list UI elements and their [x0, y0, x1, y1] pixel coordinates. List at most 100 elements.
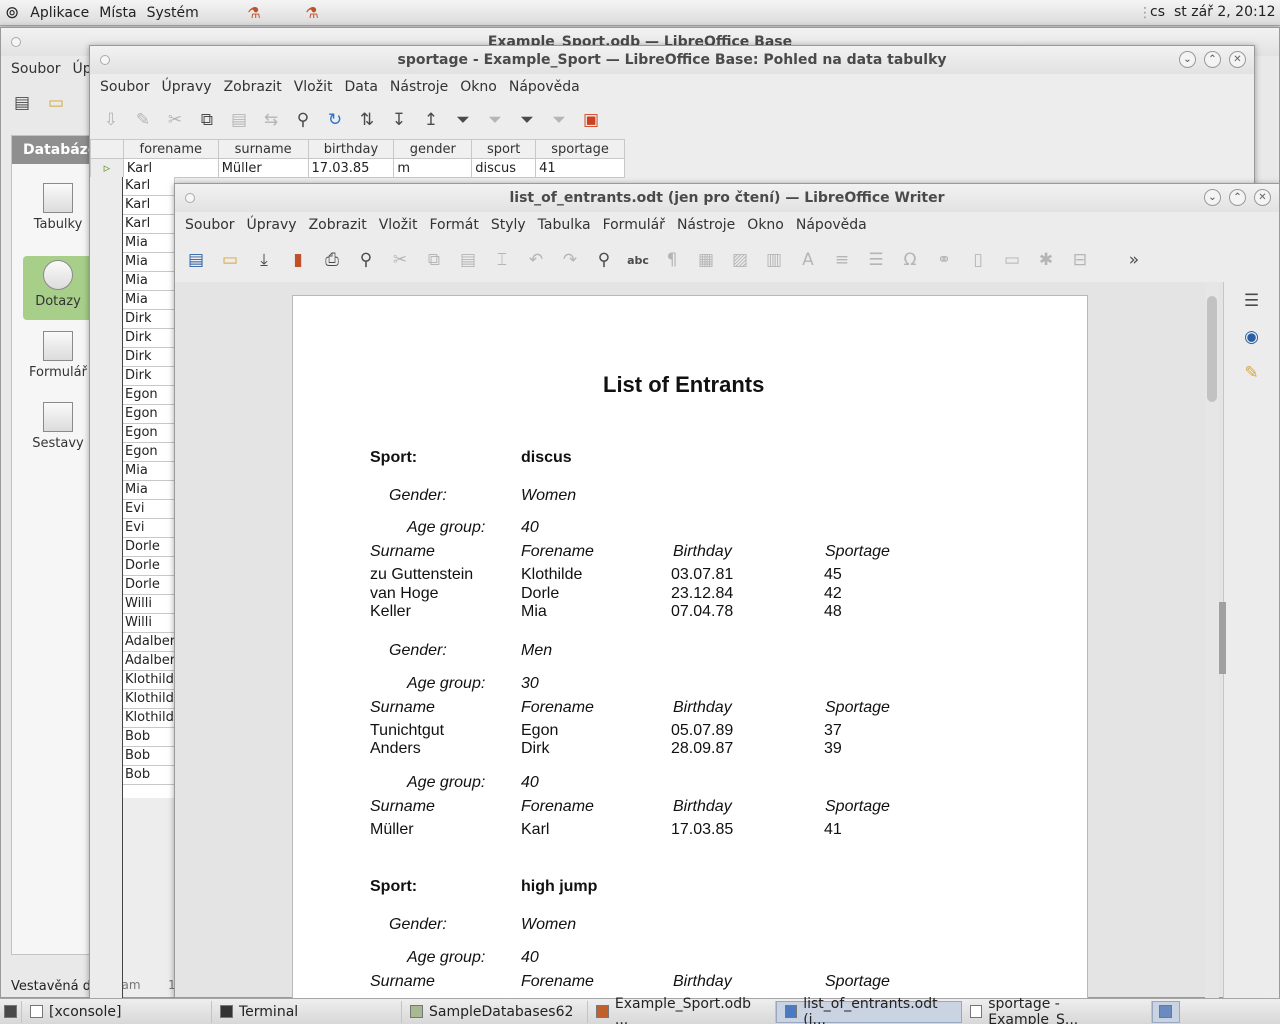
writer-minimize-icon[interactable]: ⌄: [1204, 189, 1221, 206]
task-sportage-table[interactable]: sportage - Example_S...: [962, 996, 1152, 1024]
cell-forename[interactable]: Mia: [123, 462, 175, 481]
open-folder-icon[interactable]: ▭: [43, 90, 69, 116]
cell-sportage[interactable]: 41: [535, 158, 625, 178]
cell-forename[interactable]: Egon: [123, 386, 175, 405]
cell-forename[interactable]: Dorle: [123, 557, 175, 576]
apply-filter-icon[interactable]: ⏷: [482, 107, 508, 133]
workspace-switcher[interactable]: [1152, 1000, 1180, 1023]
current-row-indicator-icon[interactable]: ▹: [90, 158, 124, 178]
cell-forename[interactable]: Willi: [123, 595, 175, 614]
cell-forename[interactable]: Klothild: [123, 709, 175, 728]
page-break-icon[interactable]: ≡: [829, 247, 855, 273]
table-menu-edit[interactable]: Úpravy: [156, 79, 218, 95]
line-icon[interactable]: ⊟: [1067, 247, 1093, 273]
table-menu-data[interactable]: Data: [338, 79, 383, 95]
table-row[interactable]: ▹ Karl Müller 17.03.85 m discus 41: [90, 158, 625, 178]
table-menu-window[interactable]: Okno: [454, 79, 503, 95]
writer-open-icon[interactable]: ▭: [217, 247, 243, 273]
table-menu-file[interactable]: Soubor: [94, 79, 156, 95]
clone-formatting-icon[interactable]: ⌶: [489, 247, 515, 273]
system-logo-icon[interactable]: ⊚: [5, 3, 19, 23]
minimize-icon[interactable]: ⌄: [1179, 51, 1196, 68]
comment-icon[interactable]: ▭: [999, 247, 1025, 273]
cell-forename[interactable]: Karl: [123, 177, 175, 196]
keyboard-layout[interactable]: cs: [1150, 4, 1165, 20]
writer-menu-form[interactable]: Formulář: [597, 217, 671, 233]
new-document-icon[interactable]: ▤: [9, 90, 35, 116]
export-pdf-icon[interactable]: ▮: [285, 247, 311, 273]
cell-forename[interactable]: Dorle: [123, 538, 175, 557]
writer-menu-file[interactable]: Soubor: [179, 217, 241, 233]
delete-record-icon[interactable]: ▣: [578, 107, 604, 133]
writer-close-icon[interactable]: ✕: [1254, 189, 1271, 206]
cell-birthday[interactable]: 17.03.85: [307, 158, 395, 178]
special-character-icon[interactable]: Ω: [897, 247, 923, 273]
clock[interactable]: st zář 2, 20:12: [1174, 4, 1276, 20]
column-header-sport[interactable]: sport: [471, 139, 537, 159]
cell-forename[interactable]: Dorle: [123, 576, 175, 595]
sidebar-item-forms[interactable]: Formulář: [23, 331, 93, 380]
table-menu-insert[interactable]: Vložit: [288, 79, 339, 95]
table-window-menu-icon[interactable]: [100, 55, 110, 65]
column-header-birthday[interactable]: birthday: [307, 139, 395, 159]
task-xconsole[interactable]: [xconsole]: [22, 1000, 212, 1023]
launcher-libreoffice-icon[interactable]: ⚗: [243, 2, 265, 24]
sidebar-item-tables[interactable]: Tabulky: [23, 183, 93, 232]
edit-icon[interactable]: ✎: [130, 107, 156, 133]
sort-descending-icon[interactable]: ↥: [418, 107, 444, 133]
save-record-icon[interactable]: ⇩: [98, 107, 124, 133]
footnote-icon[interactable]: ▯: [965, 247, 991, 273]
task-sampledatabases[interactable]: SampleDatabases62: [402, 1000, 588, 1023]
sort-icon[interactable]: ⇆: [258, 107, 284, 133]
print-icon[interactable]: ⎙: [319, 247, 345, 273]
cell-forename[interactable]: Bob: [123, 766, 175, 785]
cell-forename[interactable]: Karl: [123, 215, 175, 234]
cell-surname[interactable]: Müller: [217, 158, 309, 178]
base-menu-file[interactable]: Soubor: [5, 61, 67, 77]
base-window-menu-icon[interactable]: [11, 37, 21, 47]
copy-icon[interactable]: ⧉: [194, 107, 220, 133]
writer-menu-view[interactable]: Zobrazit: [303, 217, 373, 233]
cell-forename[interactable]: Egon: [123, 405, 175, 424]
cell-forename[interactable]: Karl: [122, 158, 219, 178]
writer-paste-icon[interactable]: ▤: [455, 247, 481, 273]
cell-forename[interactable]: Klothild: [123, 690, 175, 709]
writer-maximize-icon[interactable]: ⌃: [1229, 189, 1246, 206]
task-list-of-entrants[interactable]: list_of_entrants.odt (j...: [776, 996, 962, 1024]
writer-menu-edit[interactable]: Úpravy: [241, 217, 303, 233]
sort-asc-desc-icon[interactable]: ⇅: [354, 107, 380, 133]
cell-forename[interactable]: Mia: [123, 253, 175, 272]
insert-textbox-icon[interactable]: A: [795, 247, 821, 273]
find-icon[interactable]: ⚲: [290, 107, 316, 133]
find-replace-icon[interactable]: ⚲: [591, 247, 617, 273]
writer-window-menu-icon[interactable]: [185, 193, 195, 203]
paste-icon[interactable]: ▤: [226, 107, 252, 133]
writer-menu-help[interactable]: Nápověda: [790, 217, 873, 233]
column-header-forename[interactable]: forename: [122, 139, 219, 159]
cell-forename[interactable]: Adalber: [123, 652, 175, 671]
sidebar-item-queries[interactable]: Dotazy: [23, 256, 93, 320]
scroll-thumb[interactable]: [1207, 296, 1217, 402]
formatting-marks-icon[interactable]: ¶: [659, 247, 685, 273]
insert-chart-icon[interactable]: ▥: [761, 247, 787, 273]
track-changes-icon[interactable]: ✱: [1033, 247, 1059, 273]
undo-icon[interactable]: ↶: [523, 247, 549, 273]
cell-forename[interactable]: Dirk: [123, 367, 175, 386]
cell-forename[interactable]: Bob: [123, 747, 175, 766]
autofilter-icon[interactable]: ⏷: [450, 107, 476, 133]
writer-menu-format[interactable]: Formát: [423, 217, 484, 233]
refresh-icon[interactable]: ↻: [322, 107, 348, 133]
menu-applications[interactable]: Aplikace: [25, 5, 94, 21]
sidebar-item-reports[interactable]: Sestavy: [23, 402, 93, 451]
sidebar-navigator-icon[interactable]: ◉: [1239, 324, 1265, 350]
cell-forename[interactable]: Egon: [123, 443, 175, 462]
table-menu-tools[interactable]: Nástroje: [384, 79, 454, 95]
cell-forename[interactable]: Klothild: [123, 671, 175, 690]
table-menu-view[interactable]: Zobrazit: [218, 79, 288, 95]
cut-icon[interactable]: ✂: [162, 107, 188, 133]
print-preview-icon[interactable]: ⚲: [353, 247, 379, 273]
cell-forename[interactable]: Adalber: [123, 633, 175, 652]
writer-save-icon[interactable]: ⤓: [251, 247, 277, 273]
column-header-sportage[interactable]: sportage: [535, 139, 625, 159]
cell-forename[interactable]: Mia: [123, 481, 175, 500]
